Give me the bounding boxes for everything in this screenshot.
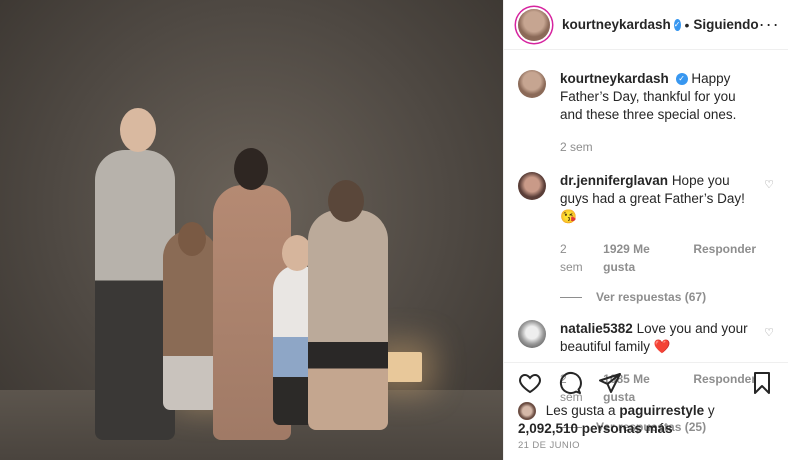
comments-section[interactable]: kourtneykardash ✓ Happy Father’s Day, th… [504, 50, 788, 434]
comment-like-heart-icon[interactable]: ♡ [764, 178, 774, 191]
action-bar [504, 362, 788, 402]
liker-avatar [518, 402, 536, 421]
caption: kourtneykardash ✓ Happy Father’s Day, th… [518, 70, 774, 156]
view-replies-button[interactable]: Ver respuestas (67) [560, 290, 774, 304]
separator-dot: • [684, 16, 690, 33]
commenter-username[interactable]: dr.jenniferglavan [560, 173, 668, 188]
caption-username[interactable]: kourtneykardash [560, 71, 669, 86]
share-icon[interactable] [598, 371, 622, 395]
comment-time[interactable]: 2 sem [560, 240, 591, 276]
photo-person-head [234, 148, 268, 190]
reply-button[interactable]: Responder [693, 240, 756, 276]
post-sidebar: kourtneykardash ✓ • Siguiendo ··· kourtn… [503, 0, 788, 460]
likes-summary: Les gusta a paguirrestyle y 2,092,510 pe… [518, 402, 774, 438]
photo-person [308, 210, 388, 430]
commenter-avatar[interactable] [518, 320, 546, 348]
post-header: kourtneykardash ✓ • Siguiendo ··· [504, 0, 788, 50]
commenter-avatar[interactable] [518, 172, 546, 200]
bookmark-icon[interactable] [750, 371, 774, 395]
photo-person [163, 230, 218, 410]
caption-time[interactable]: 2 sem [560, 138, 593, 156]
photo-person-head [328, 180, 364, 222]
comment-likes[interactable]: 1929 Me gusta [603, 240, 681, 276]
following-button[interactable]: Siguiendo [693, 17, 758, 32]
liker-username[interactable]: paguirrestyle [619, 403, 704, 418]
likes-count[interactable]: 2,092,510 personas más [518, 421, 673, 436]
view-replies-label[interactable]: Ver respuestas (67) [596, 290, 706, 304]
photo-person-head [178, 222, 206, 256]
comment: dr.jenniferglavan Hope you guys had a gr… [518, 172, 774, 276]
author-username[interactable]: kourtneykardash [562, 17, 671, 32]
photo-person-head [120, 108, 156, 152]
verified-badge-icon: ✓ [675, 73, 688, 86]
likes-and: y [707, 403, 715, 418]
verified-badge-icon: ✓ [673, 18, 681, 31]
photo-wall-light [382, 352, 422, 382]
caption-avatar[interactable] [518, 70, 546, 98]
author-avatar[interactable] [518, 8, 550, 41]
comment-like-heart-icon[interactable]: ♡ [764, 326, 774, 339]
commenter-username[interactable]: natalie5382 [560, 321, 633, 336]
post-date[interactable]: 21 DE JUNIO [518, 440, 580, 451]
post-photo[interactable] [0, 0, 503, 460]
likes-prefix: Les gusta a [545, 403, 616, 418]
replies-line [560, 296, 582, 298]
heart-icon[interactable] [518, 371, 542, 395]
comment-icon[interactable] [558, 371, 582, 395]
more-options-icon[interactable]: ··· [759, 14, 780, 35]
